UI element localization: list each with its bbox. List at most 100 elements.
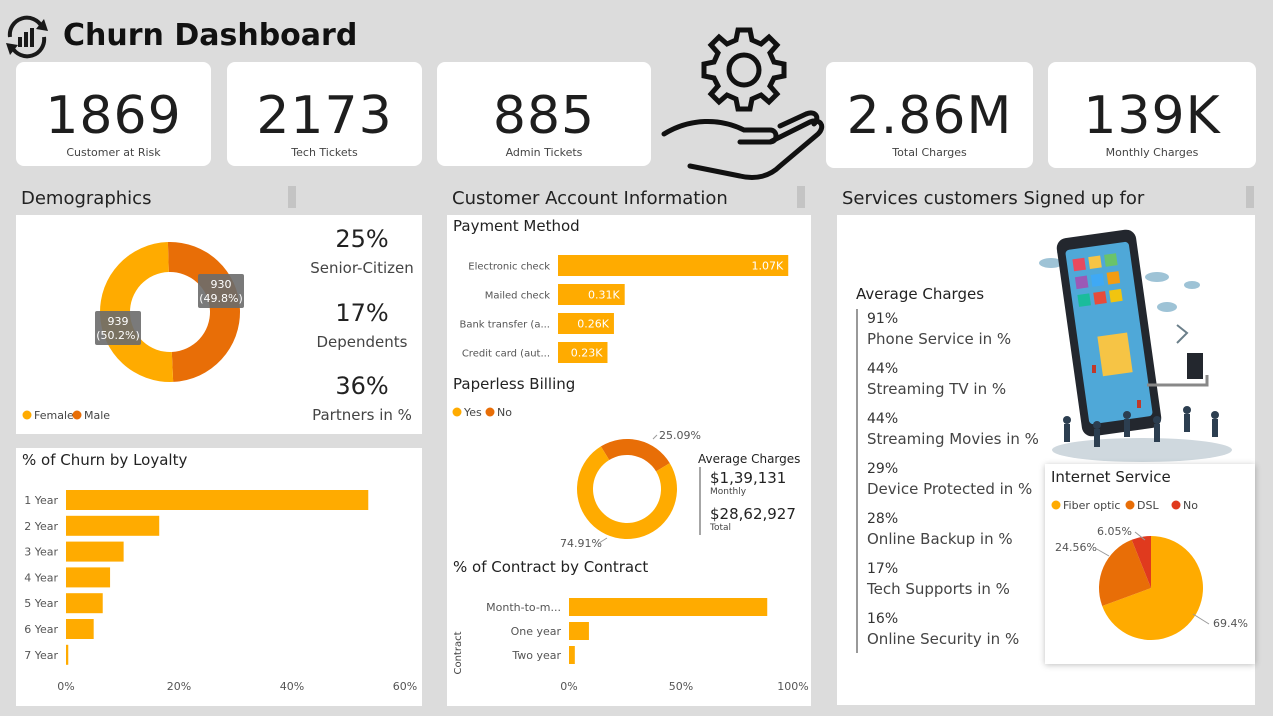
gender-legend[interactable]: Female Male [22,409,111,422]
section-title-services: Services customers Signed up for [842,188,1145,209]
scrollbar-handle[interactable] [797,186,805,208]
dashboard-title: Churn Dashboard [63,18,358,53]
bar[interactable] [66,619,94,639]
section-title-account: Customer Account Information [452,188,728,209]
category-label: 6 Year [24,623,58,636]
stat-senior-citizen: 25% Senior-Citizen [306,225,418,277]
contract-panel: % of Contract by Contract Contract Month… [447,555,811,706]
legend-no: No [497,406,512,419]
loyalty-bar-chart: 1 Year 2 Year 3 Year 4 Year 5 Year 6 Year 7 Ye… [24,490,417,693]
paperless-billing-panel: Paperless Billing Yes No 25.09% 74.91% A… [447,372,811,555]
services-divider [856,309,858,653]
avg-total-value: $28,62,927 [710,505,796,523]
legend-female: Female [34,409,74,422]
stat-value: 25% [335,225,389,253]
category-label: Mailed check [485,291,550,302]
tick-label: 20% [167,680,191,693]
stat-partners: 36% Partners in % [306,372,418,424]
tick-label: 40% [280,680,304,693]
donut-label-male: 930 (49.8%) [198,274,244,308]
bar[interactable] [66,541,124,562]
svg-text:(49.8%): (49.8%) [199,292,243,305]
pie-slice[interactable] [167,241,241,382]
paperless-legend[interactable]: Yes No [452,406,513,419]
stat-value: 17% [335,299,389,327]
avg-charges-title: Average Charges [698,452,801,466]
data-label: 1.07K [752,260,784,273]
stat-label: Senior-Citizen [310,259,414,277]
service-item: 29% Device Protected in % [867,461,1033,498]
gender-donut-chart: 939 (50.2%) 930 (49.8%) Female Male [22,241,244,422]
payment-bar-chart: Electronic check 1.07K Mailed check 0.31K Ba… [459,255,789,363]
kpi-card-admin-tickets[interactable]: 885 Admin Tickets [437,62,651,166]
kpi-value: 885 [492,86,596,146]
data-label: 0.26K [577,318,609,331]
svg-text:939: 939 [108,315,129,328]
service-item: 44% Streaming Movies in % [867,411,1039,448]
contract-bar-chart: Contract Month-to-m... One year Two year 0%… [453,598,809,693]
avg-monthly-value: $1,39,131 [710,469,787,487]
bar[interactable] [66,567,111,588]
scrollbar-handle[interactable] [288,186,296,208]
stat-value: 36% [335,372,389,400]
category-label: 2 Year [24,520,58,533]
category-label: 5 Year [24,597,58,610]
category-label: 4 Year [24,571,58,584]
legend-fiber: Fiber optic [1063,499,1120,512]
category-label: Bank transfer (a... [459,320,550,331]
internet-pie-chart: Fiber optic DSL No 6.05% 24.56% 69.4% [1051,499,1248,640]
legend-dsl: DSL [1137,499,1159,512]
category-label: 1 Year [24,494,58,507]
scrollbar-handle[interactable] [1246,186,1254,208]
bar[interactable] [569,622,589,640]
bar[interactable] [569,598,768,616]
avg-total-label: Total [710,523,732,533]
kpi-label: Customer at Risk [66,146,161,159]
category-label: One year [511,625,562,638]
category-label: Credit card (aut... [462,349,550,360]
category-label: 3 Year [24,546,58,559]
kpi-card-customer-at-risk[interactable]: 1869 Customer at Risk [16,62,211,166]
stat-dependents: 17% Dependents [306,299,418,351]
contract-y-axis-label: Contract [453,631,464,674]
kpi-label: Monthly Charges [1105,146,1199,159]
bar[interactable] [569,646,575,664]
kpi-label: Admin Tickets [505,146,583,159]
service-item: 91% Phone Service in % [867,311,1012,348]
kpi-value: 2.86M [846,86,1013,146]
kpi-card-tech-tickets[interactable]: 2173 Tech Tickets [227,62,422,166]
tablet-people-illustration [1039,229,1232,462]
bar[interactable] [66,593,103,614]
tick-label: 0% [57,680,74,693]
kpi-card-total-charges[interactable]: 2.86M Total Charges [826,62,1033,168]
internet-legend[interactable]: Fiber optic DSL No [1051,499,1199,512]
stat-label: Dependents [316,333,408,351]
donut-label-female: 939 (50.2%) [95,311,141,345]
stat-label: Partners in % [312,406,412,424]
tick-label: 100% [777,680,808,693]
gear-hand-icon [661,27,825,181]
category-label: Electronic check [468,262,550,273]
bar[interactable] [66,490,369,510]
section-title-demographics: Demographics [21,188,152,209]
legend-male: Male [84,409,110,422]
kpi-label: Tech Tickets [291,146,358,159]
service-item: 17% Tech Supports in % [867,561,1010,598]
bar[interactable] [66,515,160,536]
loyalty-panel: % of Churn by Loyalty 1 Year 2 Year 3 Year… [16,448,422,706]
internet-service-panel: Internet Service Fiber optic DSL No 6.05… [1045,464,1255,664]
svg-text:(50.2%): (50.2%) [96,329,140,342]
data-label: 0.23K [571,347,603,360]
kpi-card-monthly-charges[interactable]: 139K Monthly Charges [1048,62,1256,168]
tick-label: 60% [393,680,417,693]
category-label: 7 Year [24,649,58,662]
pie-slice[interactable] [600,439,670,472]
churn-cycle-icon [6,15,48,59]
data-label: 0.31K [588,289,620,302]
services-avg-title: Average Charges [856,285,985,303]
service-item: 44% Streaming TV in % [867,361,1007,398]
pie-label-no: 6.05% [1097,525,1132,538]
bar[interactable] [66,644,69,665]
kpi-value: 139K [1083,86,1221,146]
pie-label-fiber: 69.4% [1213,617,1248,630]
